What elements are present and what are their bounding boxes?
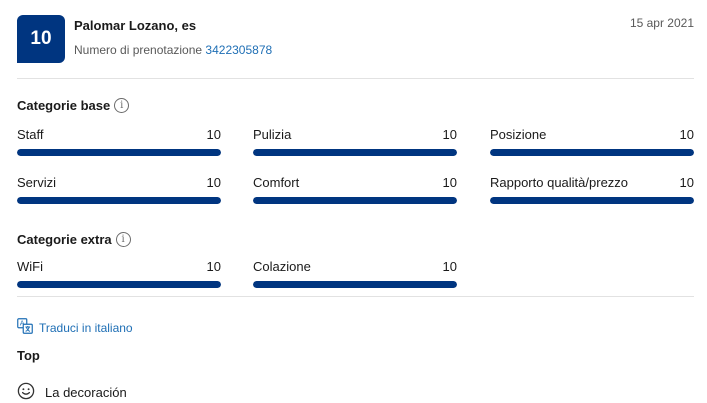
score-bar-fill [17, 281, 221, 288]
category-label: Pulizia [253, 127, 292, 142]
score-bar [253, 281, 457, 288]
score-bar [17, 197, 221, 204]
translate-label: Traduci in italiano [39, 320, 133, 335]
category-score: 10 [442, 175, 457, 190]
score-bar [490, 149, 694, 156]
score-bar-fill [253, 197, 457, 204]
booking-number-link[interactable]: 3422305878 [205, 43, 272, 57]
top-title: Top [17, 348, 40, 363]
score-bar-fill [490, 149, 694, 156]
review-date: 15 apr 2021 [629, 16, 694, 30]
category-wifi: WiFi 10 [17, 258, 221, 288]
divider [17, 78, 694, 79]
score-bar-fill [490, 197, 694, 204]
category-score: 10 [206, 259, 221, 274]
info-icon[interactable]: i [115, 232, 131, 247]
score-bar-fill [253, 149, 457, 156]
positive-comment-text: La decoración [45, 385, 127, 400]
booking-line: Numero di prenotazione 3422305878 [74, 43, 272, 57]
category-servizi: Servizi 10 [17, 174, 221, 204]
category-score: 10 [442, 127, 457, 142]
category-posizione: Posizione 10 [490, 126, 694, 156]
category-label: Staff [17, 127, 44, 142]
translate-icon: A [17, 318, 33, 337]
category-comfort: Comfort 10 [253, 174, 457, 204]
score-badge: 10 [17, 15, 65, 63]
category-score: 10 [442, 259, 457, 274]
score-bar-fill [17, 197, 221, 204]
score-bar-fill [253, 281, 457, 288]
category-rapporto-qualita-prezzo: Rapporto qualità/prezzo 10 [490, 174, 694, 204]
category-label: Posizione [490, 127, 547, 142]
category-staff: Staff 10 [17, 126, 221, 156]
score-bar [253, 197, 457, 204]
base-categories-title: Categorie base i [17, 98, 130, 113]
positive-comment: La decoración [17, 382, 127, 403]
translate-link[interactable]: A Traduci in italiano [17, 318, 133, 337]
score-bar-fill [17, 149, 221, 156]
divider [17, 296, 694, 297]
score-bar [490, 197, 694, 204]
category-score: 10 [206, 175, 221, 190]
category-pulizia: Pulizia 10 [253, 126, 457, 156]
category-label: Comfort [253, 175, 300, 190]
category-score: 10 [206, 127, 221, 142]
extra-categories-title: Categorie extra i [17, 232, 131, 247]
booking-label: Numero di prenotazione [74, 43, 203, 57]
category-label: Servizi [17, 175, 57, 190]
score-bar [253, 149, 457, 156]
category-score: 10 [679, 175, 694, 190]
score-bar [17, 281, 221, 288]
extra-categories-label: Categorie extra [17, 232, 112, 247]
base-categories-label: Categorie base [17, 98, 111, 113]
info-icon[interactable]: i [114, 98, 130, 113]
category-label: Colazione [253, 259, 311, 274]
score-bar [17, 149, 221, 156]
category-label: WiFi [17, 259, 43, 274]
category-score: 10 [679, 127, 694, 142]
reviewer-name: Palomar Lozano, es [74, 18, 197, 33]
smiley-icon [17, 382, 35, 403]
category-label: Rapporto qualità/prezzo [490, 175, 629, 190]
category-colazione: Colazione 10 [253, 258, 457, 288]
